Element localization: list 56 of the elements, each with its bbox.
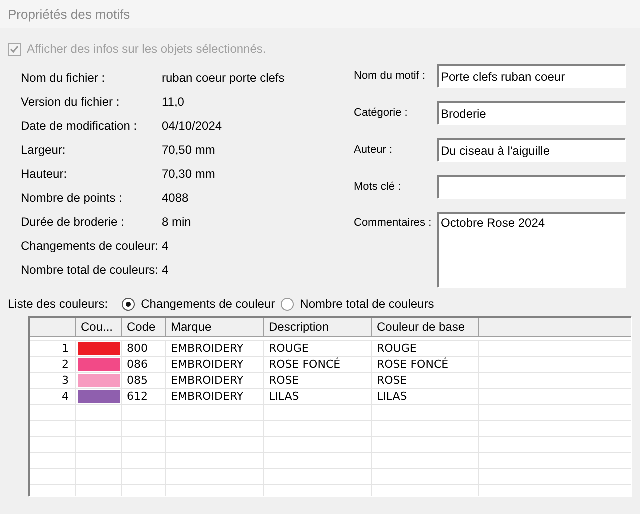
- checkbox-label: Afficher des infos sur les objets sélectionnés.: [27, 42, 266, 56]
- table-cell: 800: [122, 341, 166, 357]
- table-cell: ROSE: [264, 373, 372, 389]
- radio-label: Changements de couleur: [141, 297, 276, 311]
- info-value: 11,0: [162, 95, 184, 109]
- table-cell: ROUGE: [264, 341, 372, 357]
- comments-field[interactable]: Octobre Rose 2024: [437, 212, 626, 288]
- row-number: 1: [30, 341, 76, 357]
- table-cell: 085: [122, 373, 166, 389]
- info-value: 4088: [162, 191, 189, 205]
- window-title: Propriétés des motifs: [8, 6, 130, 22]
- text-field[interactable]: Du ciseau à l'aiguille: [437, 138, 626, 162]
- column-header[interactable]: Description: [264, 318, 372, 337]
- info-label: Nombre de points :: [21, 191, 124, 205]
- row-number: 3: [30, 373, 76, 389]
- radio-button[interactable]: [281, 298, 294, 310]
- info-value: 04/10/2024: [162, 119, 222, 133]
- column-header[interactable]: Code: [122, 318, 166, 337]
- column-header[interactable]: Marque: [166, 318, 264, 337]
- table-cell: ROSE: [372, 373, 479, 389]
- table-cell: EMBROIDERY: [166, 341, 264, 357]
- table-cell: ROSE FONCÉ: [264, 357, 372, 373]
- color-list-label: Liste des couleurs:: [8, 297, 108, 311]
- info-label: Changements de couleur:: [21, 239, 160, 253]
- text-field[interactable]: Porte clefs ruban coeur: [437, 64, 626, 88]
- text-field[interactable]: [437, 175, 626, 199]
- field-label: Catégorie :: [354, 107, 409, 119]
- table-cell: EMBROIDERY: [166, 357, 264, 373]
- header-cell: [30, 318, 76, 337]
- info-label: Durée de broderie :: [21, 215, 126, 229]
- info-label: Nombre total de couleurs:: [21, 263, 160, 277]
- table-cell: ROSE FONCÉ: [372, 357, 479, 373]
- radio-label: Nombre total de couleurs: [300, 297, 434, 311]
- info-label: Largeur:: [21, 143, 67, 157]
- info-value: ruban coeur porte clefs: [162, 71, 285, 85]
- info-label: Date de modification :: [21, 119, 138, 133]
- text-field[interactable]: Broderie: [437, 101, 626, 125]
- table-cell: 086: [122, 357, 166, 373]
- info-label: Nom du fichier :: [21, 71, 106, 85]
- field-label: Mots clé :: [354, 181, 402, 193]
- info-value: 4: [162, 239, 169, 253]
- table-cell: ROUGE: [372, 341, 479, 357]
- radio-button[interactable]: [122, 298, 136, 310]
- field-label: Commentaires :: [354, 216, 433, 229]
- info-value: 4: [162, 263, 169, 277]
- field-label: Nom du motif :: [354, 70, 427, 82]
- column-header[interactable]: Couleur de base: [372, 318, 479, 337]
- info-value: 70,50 mm: [162, 143, 216, 157]
- info-label: Version du fichier :: [21, 95, 121, 109]
- row-number: 2: [30, 357, 76, 373]
- info-value: 70,30 mm: [162, 167, 216, 181]
- column-header[interactable]: Cou...: [76, 318, 122, 337]
- field-label: Auteur :: [354, 144, 394, 156]
- info-value: 8 min: [162, 215, 192, 229]
- table-cell: EMBROIDERY: [166, 373, 264, 389]
- info-label: Hauteur:: [21, 167, 68, 181]
